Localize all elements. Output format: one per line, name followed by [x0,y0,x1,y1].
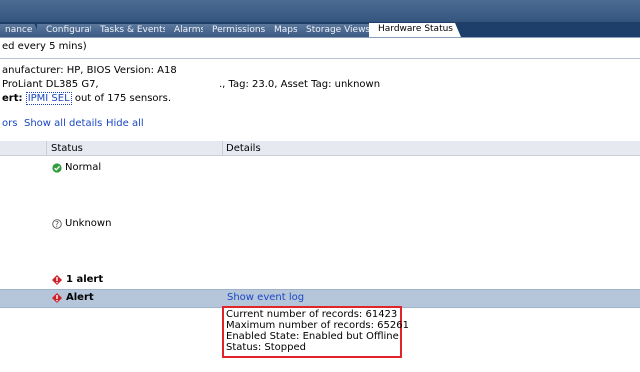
info-tags: ., Tag: 23.0, Asset Tag: unknown [219,79,381,90]
table-header [0,141,640,156]
info-alert-line: ert: IPMI SEL out of 175 sensors. [2,92,172,105]
column-divider-1 [46,141,47,156]
detail-status: Status: Stopped [226,342,306,353]
detail-max-records: Maximum number of records: 65261 [226,320,409,331]
show-all-details-link[interactable]: Show all details [24,118,102,129]
question-circle-icon: ? [52,219,62,229]
show-event-log-link[interactable]: Show event log [227,292,304,303]
column-header-details[interactable]: Details [226,143,261,154]
check-circle-icon [52,163,62,173]
status-alert-count: 1 alert [66,274,104,285]
detail-enabled-state: Enabled State: Enabled but Offline [226,331,399,342]
refresh-note: ed every 5 mins) [2,41,87,52]
status-normal: Normal [65,162,102,173]
tab-underline [0,37,640,38]
ipmi-sel-link[interactable]: IPMI SEL [25,92,72,105]
info-manufacturer: anufacturer: HP, BIOS Version: A18 [2,65,177,76]
tab-storage-views[interactable]: Storage Views [297,24,378,37]
tab-tasks-events[interactable]: Tasks & Events [91,24,175,37]
column-divider-2 [222,141,223,156]
info-model: ProLiant DL385 G7, [2,79,99,90]
selected-status-alert: Alert [66,292,94,303]
divider-top [0,58,640,59]
tab-permissions[interactable]: Permissions [203,24,273,37]
hide-all-link[interactable]: Hide all [106,118,144,129]
svg-text:?: ? [55,220,59,229]
show-sensors-link[interactable]: ors [2,118,17,129]
alert-label: ert: [2,93,23,104]
title-bar [0,0,640,22]
alert-diamond-icon [52,275,62,285]
tab-performance[interactable]: nance [0,24,40,37]
column-header-status[interactable]: Status [51,143,83,154]
detail-current-records: Current number of records: 61423 [226,309,398,320]
alert-diamond-icon [52,293,62,303]
tab-hardware-status[interactable]: Hardware Status [369,23,461,37]
status-unknown: Unknown [65,218,112,229]
alert-sensor-count: out of 175 sensors. [71,93,172,104]
